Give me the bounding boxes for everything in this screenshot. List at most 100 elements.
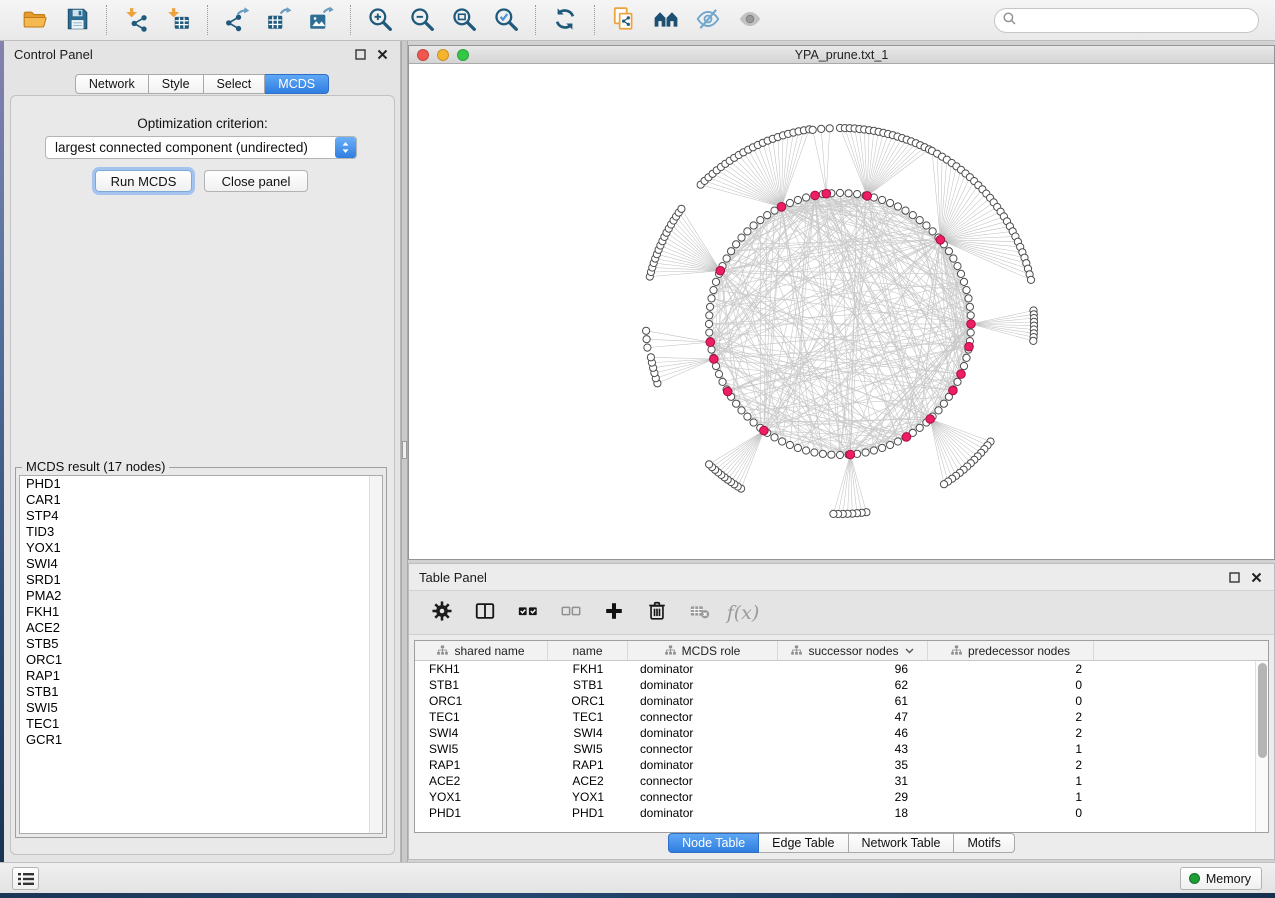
table-row[interactable]: SWI5SWI5connector431 [415, 741, 1268, 757]
delete-column-button[interactable] [644, 600, 670, 626]
tab-style[interactable]: Style [149, 74, 204, 94]
mcds-result-item[interactable]: STB1 [20, 684, 382, 700]
table-scrollbar-thumb[interactable] [1258, 663, 1267, 758]
mcds-result-item[interactable]: ACE2 [20, 620, 382, 636]
column-label: shared name [454, 644, 524, 658]
copy-network-button[interactable] [607, 5, 641, 35]
tab-network-table[interactable]: Network Table [849, 833, 955, 853]
unselect-all-button[interactable] [558, 600, 584, 626]
settings-gear-button[interactable] [429, 600, 455, 626]
import-network-button[interactable] [119, 5, 153, 35]
select-stepper-icon [335, 137, 356, 158]
mcds-result-item[interactable]: RAP1 [20, 668, 382, 684]
table-cell: 31 [778, 773, 928, 789]
import-table-icon [165, 6, 191, 35]
tab-edge-table[interactable]: Edge Table [759, 833, 848, 853]
select-all-button[interactable] [515, 600, 541, 626]
refresh-button[interactable] [548, 5, 582, 35]
mcds-result-item[interactable]: CAR1 [20, 492, 382, 508]
column-label: predecessor nodes [968, 644, 1070, 658]
table-row[interactable]: STB1STB1dominator620 [415, 677, 1268, 693]
mcds-result-item[interactable]: GCR1 [20, 732, 382, 748]
mcds-result-item[interactable]: PHD1 [20, 476, 382, 492]
zoom-fit-button[interactable] [447, 5, 481, 35]
delete-table-button[interactable] [687, 600, 713, 626]
show-columns-button[interactable] [472, 600, 498, 626]
mcds-result-item[interactable]: SWI4 [20, 556, 382, 572]
mcds-result-item[interactable]: TEC1 [20, 716, 382, 732]
fx-function-button[interactable]: f(x) [730, 600, 756, 626]
table-row[interactable]: FKH1FKH1dominator962 [415, 661, 1268, 677]
table-cell: dominator [628, 725, 778, 741]
export-network-button[interactable] [220, 5, 254, 35]
close-mcds-button[interactable]: Close panel [204, 170, 308, 192]
maximize-window-button[interactable] [457, 49, 469, 61]
window-controls [417, 49, 469, 61]
table-cell: RAP1 [548, 757, 628, 773]
criterion-label: Optimization criterion: [11, 116, 394, 131]
column-header-predecessor-nodes[interactable]: predecessor nodes [928, 641, 1094, 660]
splitter-grip[interactable] [402, 441, 407, 459]
table-row[interactable]: RAP1RAP1dominator352 [415, 757, 1268, 773]
mcds-result-item[interactable]: TID3 [20, 524, 382, 540]
mcds-list-scrollbar[interactable] [369, 476, 382, 833]
table-row[interactable]: ACE2ACE2connector311 [415, 773, 1268, 789]
table-row[interactable]: ORC1ORC1dominator610 [415, 693, 1268, 709]
tab-select[interactable]: Select [204, 74, 266, 94]
export-image-button[interactable] [304, 5, 338, 35]
table-row[interactable]: YOX1YOX1connector291 [415, 789, 1268, 805]
table-row[interactable]: SWI4SWI4dominator462 [415, 725, 1268, 741]
zoom-out-icon [409, 6, 435, 35]
close-panel-button[interactable] [374, 46, 390, 62]
network-canvas[interactable] [409, 64, 1274, 559]
first-neighbors-button[interactable] [649, 5, 683, 35]
column-header-shared-name[interactable]: shared name [415, 641, 548, 660]
column-header-mcds-role[interactable]: MCDS role [628, 641, 778, 660]
criterion-value: largest connected component (undirected) [46, 140, 335, 155]
show-panels-button[interactable] [12, 867, 39, 890]
tab-network[interactable]: Network [75, 74, 149, 94]
export-table-button[interactable] [262, 5, 296, 35]
close-icon [377, 49, 388, 60]
float-table-panel-button[interactable] [1226, 569, 1242, 585]
add-column-button[interactable] [601, 600, 627, 626]
table-row[interactable]: TEC1TEC1connector472 [415, 709, 1268, 725]
search-input[interactable] [1021, 13, 1250, 28]
zoom-in-button[interactable] [363, 5, 397, 35]
mcds-result-item[interactable]: YOX1 [20, 540, 382, 556]
network-nodes[interactable] [643, 124, 1038, 517]
mcds-result-item[interactable]: PMA2 [20, 588, 382, 604]
table-cell: 2 [928, 709, 1094, 725]
run-mcds-button[interactable]: Run MCDS [95, 170, 192, 192]
hide-selected-button[interactable] [691, 5, 725, 35]
tab-motifs[interactable]: Motifs [954, 833, 1014, 853]
toolbar-group [107, 5, 208, 35]
mcds-result-item[interactable]: STB5 [20, 636, 382, 652]
open-file-button[interactable] [18, 5, 52, 35]
criterion-select[interactable]: largest connected component (undirected) [45, 136, 357, 159]
import-table-button[interactable] [161, 5, 195, 35]
mcds-result-item[interactable]: SWI5 [20, 700, 382, 716]
table-scrollbar[interactable] [1255, 661, 1268, 832]
zoom-selected-button[interactable] [489, 5, 523, 35]
close-window-button[interactable] [417, 49, 429, 61]
zoom-out-button[interactable] [405, 5, 439, 35]
vertical-splitter[interactable] [401, 41, 408, 862]
mcds-result-item[interactable]: FKH1 [20, 604, 382, 620]
column-header-successor-nodes[interactable]: successor nodes [778, 641, 928, 660]
show-all-button[interactable] [733, 5, 767, 35]
save-session-button[interactable] [60, 5, 94, 35]
mcds-result-item[interactable]: ORC1 [20, 652, 382, 668]
close-table-panel-button[interactable] [1248, 569, 1264, 585]
search-box[interactable] [994, 8, 1259, 33]
float-panel-button[interactable] [352, 46, 368, 62]
tab-node-table[interactable]: Node Table [668, 833, 759, 853]
column-header-name[interactable]: name [548, 641, 628, 660]
tab-mcds[interactable]: MCDS [265, 74, 329, 94]
table-cell: dominator [628, 757, 778, 773]
mcds-result-item[interactable]: SRD1 [20, 572, 382, 588]
mcds-result-item[interactable]: STP4 [20, 508, 382, 524]
table-row[interactable]: PHD1PHD1dominator180 [415, 805, 1268, 821]
minimize-window-button[interactable] [437, 49, 449, 61]
memory-button[interactable]: Memory [1180, 867, 1262, 890]
